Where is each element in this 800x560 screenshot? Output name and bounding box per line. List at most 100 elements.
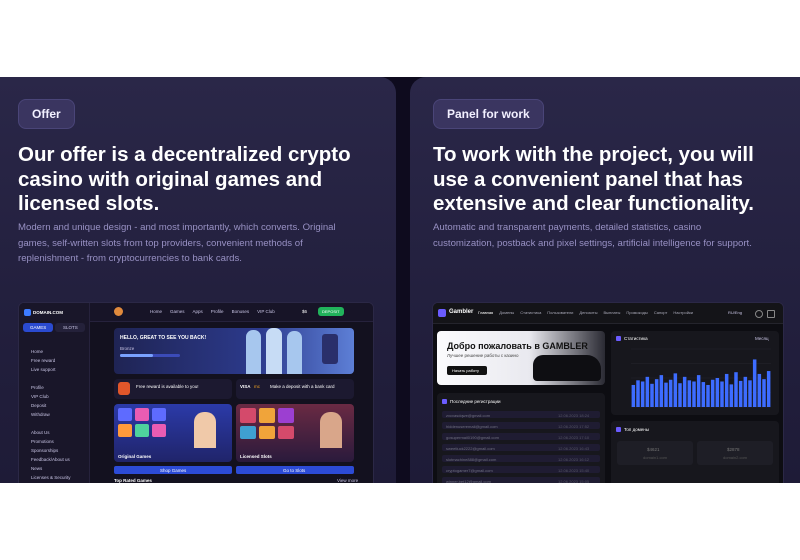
table-row[interactable]: winner.bet12@gmail.com 12.06.2023 15:05: [442, 477, 600, 483]
bar-16[interactable]: [701, 382, 706, 407]
bar-5[interactable]: [650, 383, 654, 407]
bar-29[interactable]: [762, 379, 766, 407]
table-row[interactable]: gosupermail0190@gmail.com 12.06.2023 17:1…: [442, 433, 600, 440]
panel-description: Automatic and transparent payments, deta…: [433, 222, 752, 249]
bar-25[interactable]: [743, 376, 748, 407]
nav-domains[interactable]: Домены: [499, 310, 514, 315]
bar-18[interactable]: [710, 379, 715, 407]
sidebar-item-sponsorships[interactable]: Sponsorships: [31, 446, 71, 455]
bar-7[interactable]: [659, 375, 664, 407]
logo-icon: [24, 309, 31, 316]
globe-icon: [616, 427, 621, 432]
nav-main[interactable]: Главная: [478, 310, 493, 315]
nav-stats[interactable]: Статистика: [520, 310, 541, 315]
shop-games-button[interactable]: Shop Games: [114, 466, 232, 474]
sidebar-item-profile[interactable]: Profile: [31, 383, 50, 392]
deposit-button[interactable]: DEPOSIT: [318, 307, 344, 316]
nav-users[interactable]: Пользователи: [547, 310, 573, 315]
table-row[interactable]: zxcvasdqwe@gmail.com 12.06.2023 18:24: [442, 411, 600, 418]
nav-apps[interactable]: Apps: [193, 309, 203, 314]
level-progress: [120, 354, 180, 357]
casino-nav: Home Games Apps Profile Bonuses VIP Club: [150, 309, 275, 314]
nav-vip[interactable]: VIP Club: [257, 309, 275, 314]
sidebar-item-about[interactable]: About Us: [31, 428, 71, 437]
bar-22[interactable]: [729, 384, 734, 407]
table-row[interactable]: hiddenuseremail@gmail.com 12.06.2023 17:5…: [442, 422, 600, 429]
bar-12[interactable]: [682, 376, 687, 407]
table-row[interactable]: cryptogamer7@gmail.com 12.06.2023 15:40: [442, 466, 600, 473]
player-figure: [246, 330, 261, 374]
bar-23[interactable]: [734, 372, 738, 407]
sidebar-item-vip[interactable]: VIP Club: [31, 392, 50, 401]
sidebar-item-withdraw[interactable]: Withdraw: [31, 410, 50, 419]
sidebar-item-feedback[interactable]: Feedback/About us: [31, 455, 71, 464]
bar-21[interactable]: [724, 373, 729, 407]
bar-6[interactable]: [654, 379, 659, 407]
bar-1[interactable]: [631, 384, 636, 407]
panel-topbar: Gambler Главная Домены Статистика Пользо…: [433, 303, 783, 324]
table-row[interactable]: slotmachine888@gmail.com 12.06.2023 16:12: [442, 455, 600, 462]
tab-games[interactable]: GAMES: [23, 323, 53, 332]
sidebar-group-1: Home Free reward Live support: [31, 347, 56, 374]
panel-welcome-banner: Добро пожаловать в GAMBLER Лучшее решени…: [437, 331, 605, 385]
domain-card[interactable]: $4621 domain1.com: [617, 441, 693, 465]
bar-15[interactable]: [696, 375, 701, 407]
table-row[interactable]: sweetluck2222@gmail.com 12.06.2023 16:43: [442, 444, 600, 451]
logout-icon[interactable]: [767, 310, 775, 318]
bar-28[interactable]: [757, 373, 762, 407]
bar-4[interactable]: [645, 376, 650, 407]
bar-27[interactable]: [752, 359, 757, 407]
nav-home[interactable]: Home: [150, 309, 162, 314]
avatar: [114, 307, 123, 316]
free-reward-card[interactable]: Free reward is available to you!: [114, 379, 232, 399]
nav-promo[interactable]: Промокоды: [626, 310, 647, 315]
licensed-slots-title: Licensed Slots: [240, 454, 272, 459]
tab-slots[interactable]: SLOTS: [55, 323, 85, 332]
nav-settings[interactable]: Настройки: [673, 310, 693, 315]
bar-14[interactable]: [692, 381, 696, 407]
bar-17[interactable]: [706, 384, 710, 407]
view-more-link[interactable]: View more: [337, 478, 358, 483]
sidebar-item-news[interactable]: News: [31, 464, 71, 473]
language-switch[interactable]: RU/Eng: [728, 310, 742, 315]
sidebar-item-promotions[interactable]: Promotions: [31, 437, 71, 446]
start-work-button[interactable]: Начать работу: [447, 366, 487, 375]
bar-3[interactable]: [640, 381, 645, 407]
casino-screenshot: DOMAIN.COM GAMES SLOTS Home Free reward …: [18, 302, 374, 483]
mastercard-logo: mc: [254, 384, 260, 389]
bar-2[interactable]: [636, 380, 640, 407]
bar-13[interactable]: [687, 380, 692, 407]
nav-bonuses[interactable]: Bonuses: [232, 309, 250, 314]
go-to-slots-button[interactable]: Go to Slots: [236, 466, 354, 474]
sidebar-item-free-reward[interactable]: Free reward: [31, 356, 56, 365]
bar-26[interactable]: [748, 380, 752, 407]
bar-9[interactable]: [668, 379, 673, 407]
bar-11[interactable]: [678, 383, 682, 407]
row-date: 12.06.2023 15:40: [558, 467, 590, 473]
bar-19[interactable]: [715, 378, 720, 407]
bar-30[interactable]: [766, 371, 771, 407]
domain-card[interactable]: $2878 domain2.com: [697, 441, 773, 465]
nav-profile[interactable]: Profile: [211, 309, 224, 314]
sidebar-item-home[interactable]: Home: [31, 347, 56, 356]
sidebar-item-licenses[interactable]: Licenses & Security: [31, 473, 71, 482]
nav-support[interactable]: Сапорт: [654, 310, 668, 315]
bar-24[interactable]: [738, 380, 743, 407]
sidebar-item-deposit[interactable]: Deposit: [31, 401, 50, 410]
bar-10[interactable]: [673, 373, 678, 407]
offer-headline: Our offer is a decentralized crypto casi…: [18, 143, 351, 215]
sidebar-group-3: About Us Promotions Sponsorships Feedbac…: [31, 428, 71, 482]
bar-8[interactable]: [664, 382, 668, 407]
woman-figure: [320, 412, 342, 448]
bar-20[interactable]: [720, 381, 724, 407]
settings-icon[interactable]: [755, 310, 763, 318]
sidebar-item-live-support[interactable]: Live support: [31, 365, 56, 374]
row-email: sweetluck2222@gmail.com: [446, 445, 495, 451]
nav-deposits[interactable]: Депозиты: [579, 310, 597, 315]
deposit-card[interactable]: VISA mc Make a deposit with a bank card: [236, 379, 354, 399]
nav-games[interactable]: Games: [170, 309, 185, 314]
casino-sidebar: DOMAIN.COM GAMES SLOTS Home Free reward …: [19, 303, 90, 483]
nav-payouts[interactable]: Выплаты: [603, 310, 620, 315]
row-date: 12.06.2023 16:12: [558, 456, 590, 462]
original-games-card: Original Games: [114, 404, 232, 462]
